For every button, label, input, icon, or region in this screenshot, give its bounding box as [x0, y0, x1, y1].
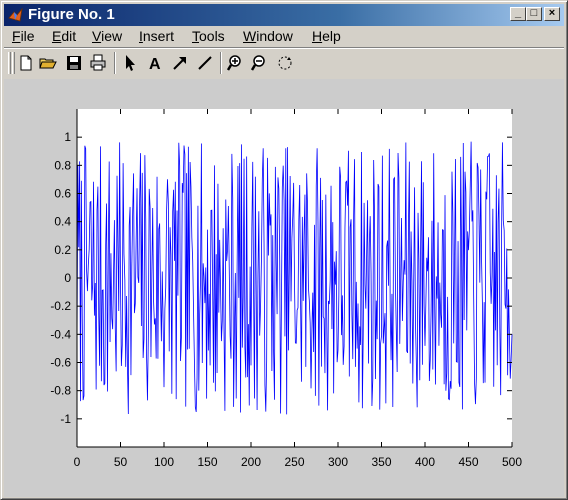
- print-icon[interactable]: [88, 53, 108, 73]
- minimize-button[interactable]: _: [510, 7, 526, 21]
- menu-view[interactable]: View: [92, 26, 122, 46]
- matlab-logo-icon: [8, 7, 23, 22]
- x-tick-label: 150: [197, 455, 217, 469]
- x-tick-label: 400: [415, 455, 435, 469]
- menu-window[interactable]: Window: [243, 26, 293, 46]
- x-tick-label: 100: [154, 455, 174, 469]
- figure-canvas[interactable]: 0 50 100 150 200 250 300 350 400 450 500 -1 -0.8 -0.6…: [4, 79, 564, 497]
- maximize-button[interactable]: □: [526, 7, 542, 21]
- svg-text:A: A: [149, 56, 161, 73]
- y-tick-label: 0: [64, 271, 71, 285]
- window-title: Figure No. 1: [28, 6, 115, 23]
- close-button[interactable]: ×: [544, 7, 560, 21]
- toolbar-grip-2[interactable]: [12, 52, 15, 74]
- y-tick-label: -0.4: [50, 327, 71, 341]
- pointer-arrow-icon[interactable]: [120, 53, 140, 73]
- y-tick-label: 0.2: [54, 243, 71, 257]
- x-tick-label: 50: [114, 455, 128, 469]
- x-tick-label: 250: [284, 455, 304, 469]
- menu-file[interactable]: File: [12, 26, 35, 46]
- x-tick-label: 200: [241, 455, 261, 469]
- menu-help[interactable]: Help: [312, 26, 341, 46]
- y-tick-label: 1: [64, 130, 71, 144]
- y-tick-label: -0.6: [50, 356, 71, 370]
- new-file-icon[interactable]: [16, 53, 36, 73]
- x-tick-label: 500: [502, 455, 522, 469]
- toolbar-separator: [114, 52, 116, 74]
- y-tick-label: -0.8: [50, 384, 71, 398]
- open-folder-icon[interactable]: [38, 53, 58, 73]
- x-tick-label: 350: [371, 455, 391, 469]
- x-tick-label: 0: [74, 455, 81, 469]
- line-plot[interactable]: 0 50 100 150 200 250 300 350 400 450 500 -1 -0.8 -0.6…: [4, 79, 564, 497]
- y-tick-label: -0.2: [50, 299, 71, 313]
- figure-toolbar: A: [4, 47, 564, 78]
- figure-window: Figure No. 1 _ □ × File Edit View Insert…: [0, 0, 568, 500]
- zoom-out-icon[interactable]: [250, 53, 270, 73]
- insert-arrow-icon[interactable]: [170, 53, 190, 73]
- y-tick-label: 0.8: [54, 158, 71, 172]
- x-tick-label: 450: [458, 455, 478, 469]
- insert-text-icon[interactable]: A: [145, 53, 165, 73]
- menu-edit[interactable]: Edit: [52, 26, 76, 46]
- y-tick-label: -1: [60, 412, 71, 426]
- menu-bar: File Edit View Insert Tools Window Help: [4, 26, 564, 46]
- rotate-3d-icon[interactable]: [275, 53, 295, 73]
- y-tick-label: 0.6: [54, 187, 71, 201]
- save-icon[interactable]: [64, 53, 84, 73]
- toolbar-separator-2: [220, 52, 222, 74]
- insert-line-icon[interactable]: [195, 53, 215, 73]
- title-bar[interactable]: Figure No. 1 _ □ ×: [4, 4, 564, 26]
- y-tick-label: 0.4: [54, 215, 71, 229]
- menu-insert[interactable]: Insert: [139, 26, 174, 46]
- toolbar-grip[interactable]: [8, 52, 11, 74]
- zoom-in-icon[interactable]: [226, 53, 246, 73]
- menu-tools[interactable]: Tools: [192, 26, 225, 46]
- x-tick-label: 300: [328, 455, 348, 469]
